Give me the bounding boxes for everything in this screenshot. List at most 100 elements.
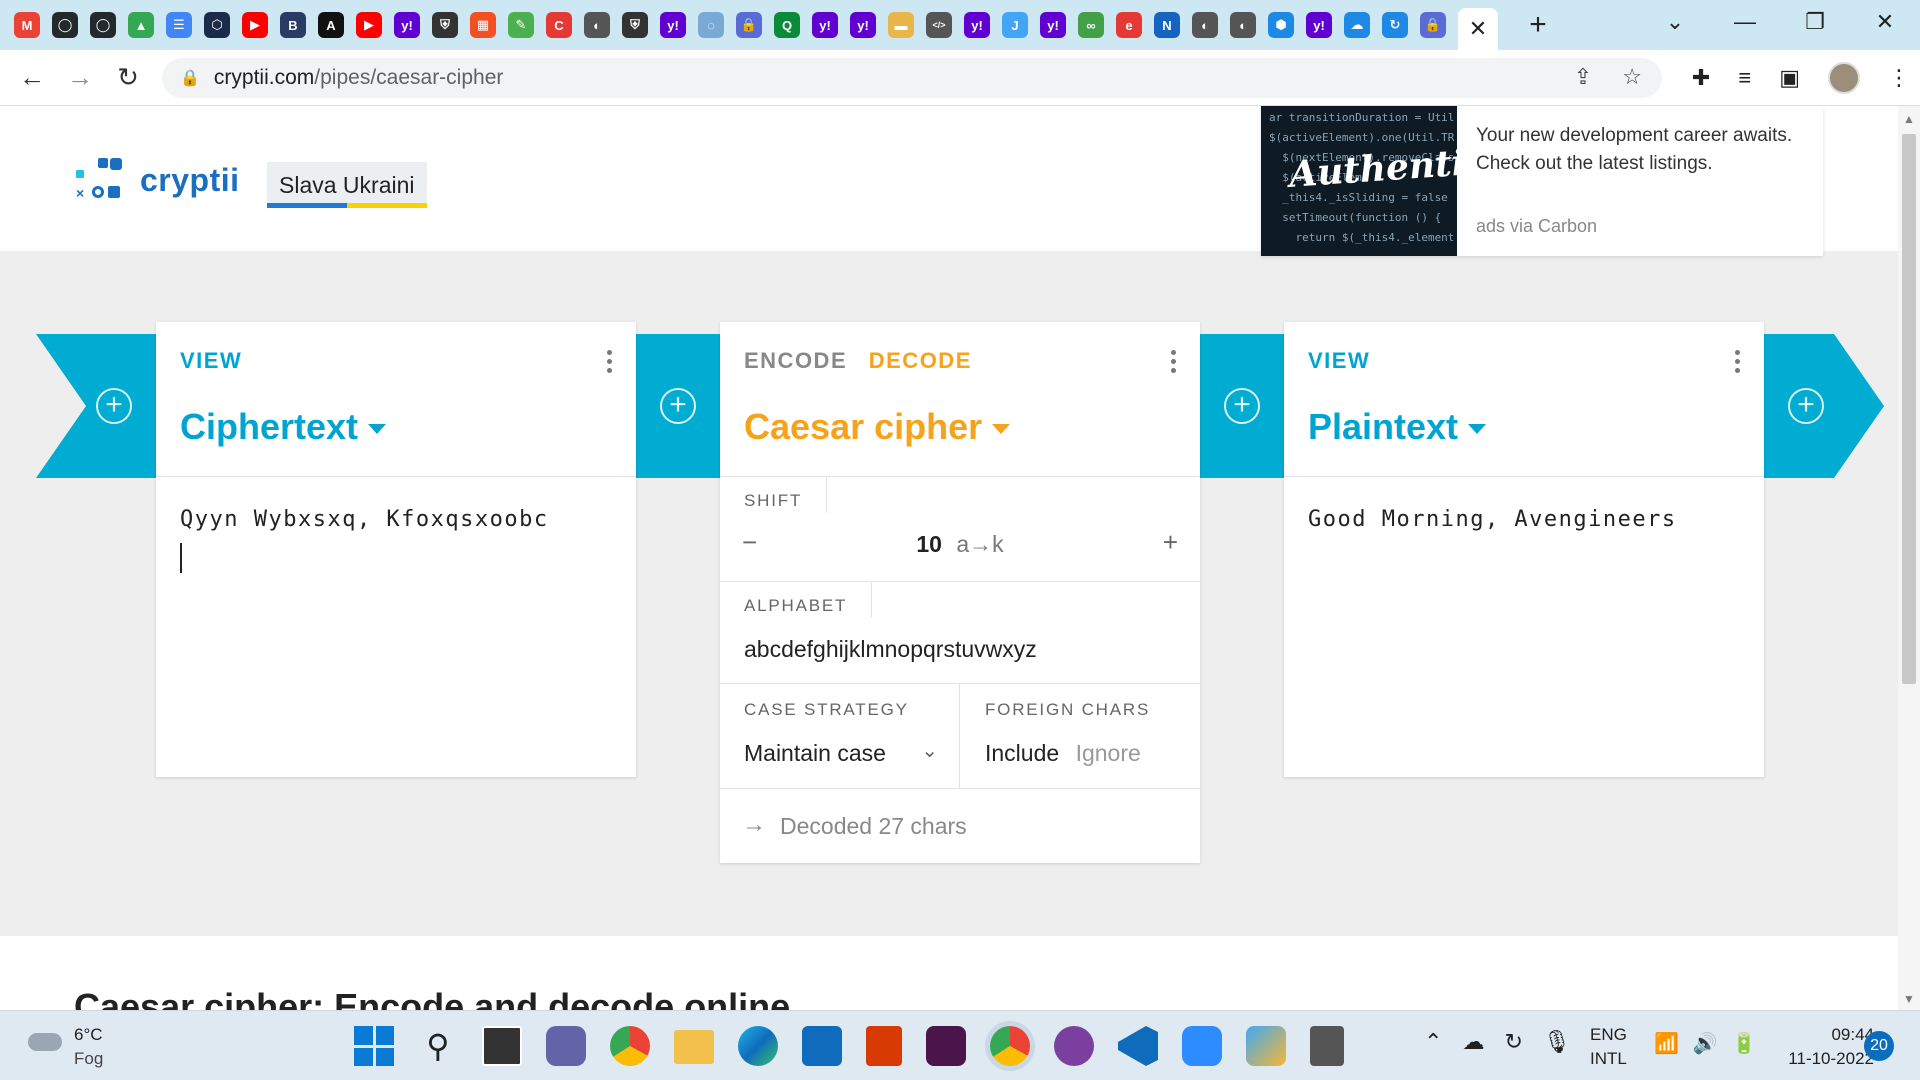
cipher-select[interactable]: Caesar cipher bbox=[744, 406, 1011, 448]
new-tab-button[interactable]: + bbox=[1518, 8, 1558, 42]
cryptii-logo[interactable]: × cryptii bbox=[74, 156, 240, 204]
add-encoder-button-2[interactable]: + bbox=[660, 388, 696, 424]
lock-icon[interactable]: 🔒 bbox=[736, 12, 762, 38]
plaintext-content[interactable]: Good Morning, Avengineers bbox=[1308, 507, 1677, 532]
case-strategy-select[interactable]: Maintain case ⌄ bbox=[744, 740, 944, 767]
github-icon[interactable]: ◯ bbox=[52, 12, 78, 38]
store-icon[interactable] bbox=[802, 1026, 842, 1066]
clock[interactable]: 09:44 11-10-2022 bbox=[1768, 1025, 1874, 1069]
add-encoder-button-3[interactable]: + bbox=[1224, 388, 1260, 424]
weather-cloud-icon[interactable] bbox=[28, 1033, 62, 1051]
quick-settings[interactable]: 📶 🔊 🔋 bbox=[1654, 1031, 1757, 1056]
profile-avatar[interactable] bbox=[1828, 62, 1860, 94]
extensions-puzzle-icon[interactable]: ✚ bbox=[1692, 65, 1710, 91]
slava-ukraini-link[interactable]: Slava Ukraini bbox=[267, 162, 427, 208]
foreign-include-option[interactable]: Include bbox=[985, 740, 1059, 766]
file-explorer-icon[interactable] bbox=[674, 1030, 714, 1064]
ad-image[interactable]: ar transitionDuration = Util $(activeElem… bbox=[1261, 106, 1457, 256]
docs-icon[interactable]: ☰ bbox=[166, 12, 192, 38]
leaf-icon[interactable]: ✎ bbox=[508, 12, 534, 38]
sync-icon[interactable]: ↻ bbox=[1504, 1029, 1522, 1055]
yahoo-icon[interactable]: y! bbox=[964, 12, 990, 38]
carbon-ad[interactable]: ar transitionDuration = Util $(activeElem… bbox=[1261, 106, 1823, 256]
more-options-icon[interactable] bbox=[1735, 346, 1740, 377]
yahoo-icon[interactable]: y! bbox=[660, 12, 686, 38]
shift-increment-button[interactable]: + bbox=[1163, 527, 1178, 558]
globe-icon[interactable]: ◐ bbox=[584, 12, 610, 38]
globe-icon[interactable]: ◐ bbox=[1192, 12, 1218, 38]
yahoo-icon[interactable]: y! bbox=[1040, 12, 1066, 38]
decode-tab[interactable]: DECODE bbox=[869, 348, 972, 373]
media-queue-icon[interactable]: ≡ bbox=[1738, 65, 1751, 91]
close-window-button[interactable]: ✕ bbox=[1850, 9, 1920, 35]
task-view-icon[interactable] bbox=[482, 1026, 522, 1066]
minimize-button[interactable]: — bbox=[1710, 9, 1780, 35]
cube-icon[interactable]: ⬢ bbox=[1268, 12, 1294, 38]
plaintext-textarea[interactable]: Good Morning, Avengineers bbox=[1284, 477, 1764, 777]
folder-icon[interactable]: ▬ bbox=[888, 12, 914, 38]
weather-temp[interactable]: 6°C bbox=[74, 1025, 103, 1045]
alphabet-input[interactable]: abcdefghijklmnopqrstuvwxyz bbox=[744, 636, 1037, 663]
gmail-icon[interactable]: M bbox=[14, 12, 40, 38]
search-icon[interactable]: ⚲ bbox=[418, 1026, 458, 1066]
language-indicator[interactable]: ENG INTL bbox=[1590, 1025, 1627, 1069]
onedrive-cloud-icon[interactable]: ☁ bbox=[1462, 1029, 1484, 1055]
restore-button[interactable]: ❐ bbox=[1780, 9, 1850, 35]
lock-icon[interactable]: 🔒 bbox=[1420, 12, 1446, 38]
cloud-icon[interactable]: ☁ bbox=[1344, 12, 1370, 38]
more-options-icon[interactable] bbox=[607, 346, 612, 377]
bookmark-icon[interactable]: B bbox=[280, 12, 306, 38]
share-icon[interactable]: ⇪ bbox=[1574, 64, 1592, 90]
scroll-up-arrow-icon[interactable]: ▲ bbox=[1903, 112, 1915, 126]
add-encoder-button-1[interactable]: + bbox=[96, 388, 132, 424]
ad-via-carbon[interactable]: ads via Carbon bbox=[1476, 216, 1597, 237]
tab-search-chevron-icon[interactable]: ⌄ bbox=[1640, 9, 1710, 35]
youtube-icon[interactable]: ▶ bbox=[242, 12, 268, 38]
foreign-ignore-option[interactable]: Ignore bbox=[1076, 740, 1141, 766]
yahoo-icon[interactable]: y! bbox=[812, 12, 838, 38]
yahoo-icon[interactable]: y! bbox=[850, 12, 876, 38]
github-desktop-icon[interactable] bbox=[1054, 1026, 1094, 1066]
code-icon[interactable]: </> bbox=[926, 12, 952, 38]
page-scrollbar[interactable]: ▲ ▼ bbox=[1898, 106, 1920, 1010]
calculator-icon[interactable] bbox=[1310, 1026, 1344, 1066]
office-icon[interactable] bbox=[866, 1026, 902, 1066]
scrollbar-thumb[interactable] bbox=[1902, 134, 1916, 684]
github-icon[interactable]: ◯ bbox=[90, 12, 116, 38]
site-icon[interactable]: C bbox=[546, 12, 572, 38]
site-icon[interactable]: e bbox=[1116, 12, 1142, 38]
vscode-icon[interactable] bbox=[1118, 1026, 1158, 1066]
link-icon[interactable]: ∞ bbox=[1078, 12, 1104, 38]
bookmark-star-icon[interactable]: ☆ bbox=[1622, 64, 1642, 90]
shift-value-display[interactable]: 10 a→k bbox=[720, 531, 1200, 558]
microphone-icon[interactable]: 🎙 bbox=[1543, 1029, 1571, 1055]
more-options-icon[interactable] bbox=[1171, 346, 1176, 377]
side-panel-icon[interactable]: ▣ bbox=[1779, 65, 1800, 91]
ciphertext-format-select[interactable]: Ciphertext bbox=[180, 406, 387, 448]
edge-icon[interactable] bbox=[738, 1026, 778, 1066]
site-icon[interactable]: A bbox=[318, 12, 344, 38]
back-button[interactable]: ← bbox=[8, 62, 56, 93]
microsoft-icon[interactable]: ▦ bbox=[470, 12, 496, 38]
slack-icon[interactable] bbox=[926, 1026, 966, 1066]
site-icon[interactable]: J bbox=[1002, 12, 1028, 38]
chrome-active-icon[interactable] bbox=[990, 1026, 1030, 1066]
scroll-down-arrow-icon[interactable]: ▼ bbox=[1903, 992, 1915, 1006]
windows-start-icon[interactable] bbox=[354, 1026, 394, 1066]
site-icon[interactable]: Q bbox=[774, 12, 800, 38]
add-encoder-button-4[interactable]: + bbox=[1788, 388, 1824, 424]
ad-text[interactable]: Your new development career awaits. Chec… bbox=[1476, 122, 1816, 178]
active-tab-close-icon[interactable]: ✕ bbox=[1458, 8, 1498, 50]
sync-icon[interactable]: ↻ bbox=[1382, 12, 1408, 38]
site-icon[interactable]: N bbox=[1154, 12, 1180, 38]
weather-desc[interactable]: Fog bbox=[74, 1049, 103, 1069]
forward-button[interactable]: → bbox=[56, 62, 104, 93]
show-hidden-icons-chevron-icon[interactable]: ⌃ bbox=[1424, 1029, 1442, 1055]
shield-icon[interactable]: ⛨ bbox=[622, 12, 648, 38]
notification-badge[interactable]: 20 bbox=[1864, 1031, 1894, 1061]
shield-icon[interactable]: ⛨ bbox=[432, 12, 458, 38]
chat-icon[interactable] bbox=[546, 1026, 586, 1066]
site-icon[interactable]: ◌ bbox=[698, 12, 724, 38]
drive-icon[interactable]: ▲ bbox=[128, 12, 154, 38]
lock-icon[interactable]: 🔒 bbox=[180, 68, 200, 88]
